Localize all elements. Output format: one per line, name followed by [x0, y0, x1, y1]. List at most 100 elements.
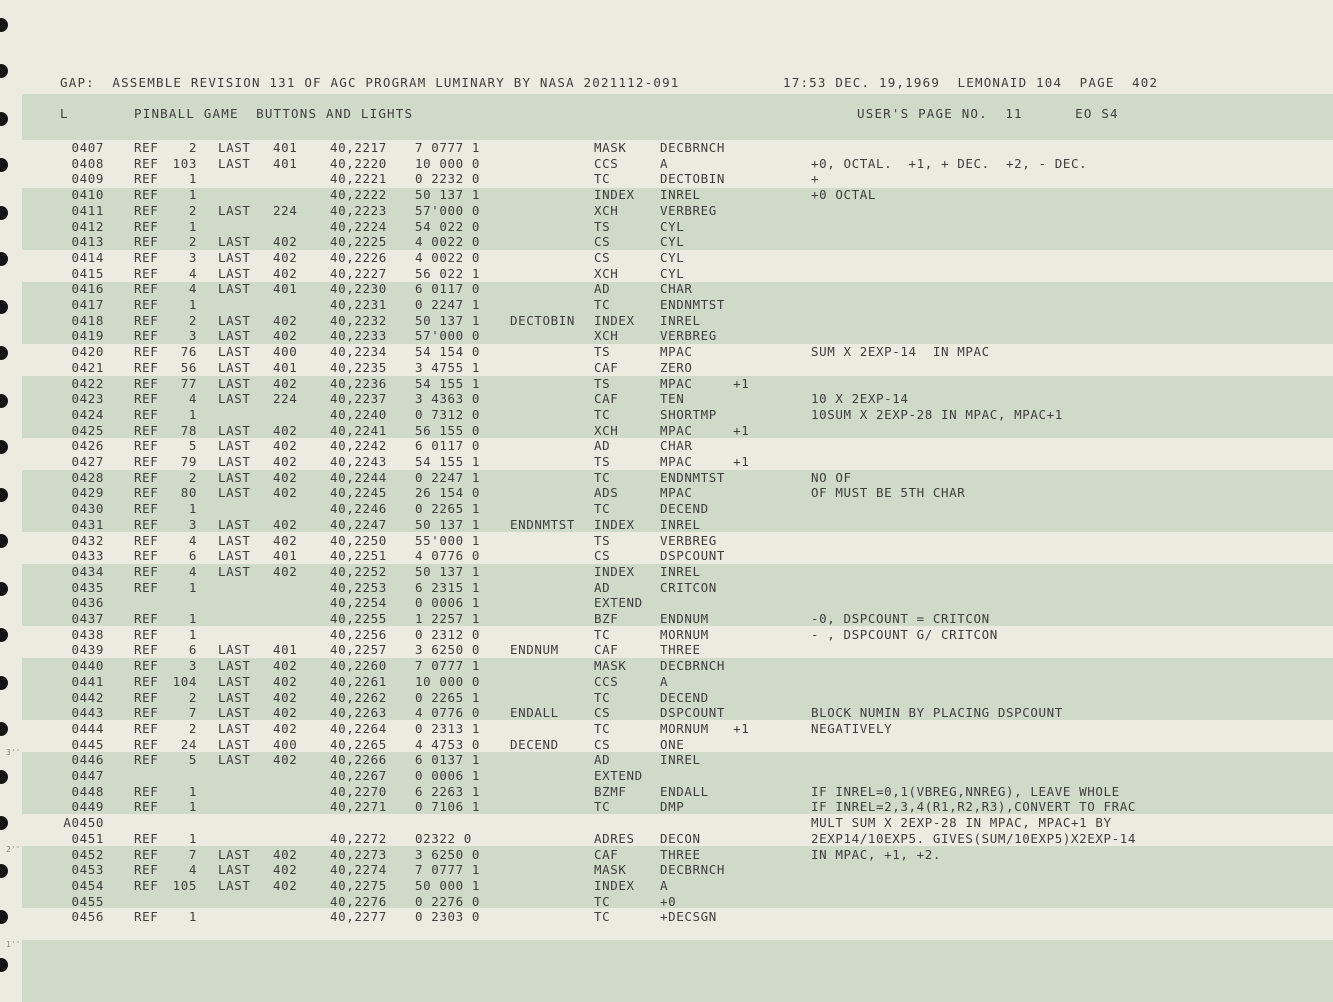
row-address: 40,2264 [330, 720, 387, 736]
row-operand: DECTOBIN [660, 171, 726, 187]
row-ref-keyword: REF [134, 909, 159, 925]
row-operand: CHAR [660, 438, 693, 454]
row-ref-keyword: REF [134, 234, 159, 250]
row-octal-code: 6 0137 1 [415, 752, 481, 768]
listing-row: 0409 REF 1 40,2221 0 2232 0 TC DECTOBIN + [0, 171, 1333, 187]
row-line-number: 0411 [71, 202, 104, 218]
row-ref-count: 105 [172, 877, 197, 893]
row-last-keyword: LAST [218, 736, 251, 752]
row-line-number: 0412 [71, 218, 104, 234]
row-octal-code: 57'000 0 [415, 202, 481, 218]
row-opcode: CCS [594, 155, 619, 171]
listing-row: 0424 REF 1 40,2240 0 7312 0 TC SHORTMP 10SUM X … [0, 407, 1333, 423]
row-address: 40,2240 [330, 406, 387, 422]
row-octal-code: 3 4755 1 [415, 359, 481, 375]
row-ref-count: 4 [188, 391, 197, 407]
row-address: 40,2243 [330, 454, 387, 469]
row-octal-code: 0 2247 1 [415, 469, 481, 485]
row-ref-keyword: REF [134, 155, 159, 171]
listing-page: 3'' 2'' 1'' GAP: ASSEMBLE REVISION 131 O… [0, 0, 1333, 1002]
row-last-keyword: LAST [218, 642, 251, 658]
row-comment: SUM X 2EXP-14 IN MPAC [811, 344, 990, 360]
row-opcode: TC [594, 626, 611, 642]
row-operand: INREL [660, 516, 701, 532]
row-address: 40,2220 [330, 155, 387, 171]
listing-row: 0432 REF 4 LAST 402 40,2250 55'000 1 TS VERBREG [0, 533, 1333, 549]
row-opcode: EXTEND [594, 768, 643, 783]
row-line-number: 0454 [71, 877, 104, 893]
row-address: 40,2244 [330, 469, 387, 485]
listing-row: 0422 REF 77 LAST 402 40,2236 54 155 1 TS MPAC +1 [0, 376, 1333, 392]
row-ref-count: 5 [188, 438, 197, 454]
row-opcode: AD [594, 438, 611, 454]
row-opcode: CS [594, 249, 611, 265]
listing-row: 0425 REF 78 LAST 402 40,2241 56 155 0 XCH MPAC +… [0, 423, 1333, 439]
row-last-page: 402 [273, 673, 298, 689]
row-ref-count: 4 [188, 281, 197, 297]
row-opcode: XCH [594, 265, 619, 281]
row-last-page: 402 [273, 752, 298, 768]
row-line-number: 0419 [71, 328, 104, 344]
listing-row: 0433 REF 6 LAST 401 40,2251 4 0776 0 CS DSPCOUNT [0, 548, 1333, 564]
listing-row: 0452 REF 7 LAST 402 40,2273 3 6250 0 CAF THREE IN… [0, 847, 1333, 863]
row-last-page: 402 [273, 234, 298, 250]
row-ref-count: 4 [188, 265, 197, 281]
row-comment: +0 OCTAL [811, 187, 877, 203]
listing-row: 0420 REF 76 LAST 400 40,2234 54 154 0 TS MPAC SUM… [0, 344, 1333, 360]
row-operand: +DECSGN [660, 909, 717, 925]
row-address: 40,2233 [330, 328, 387, 344]
row-line-number: 0409 [71, 171, 104, 187]
row-octal-code: 56 155 0 [415, 422, 481, 438]
listing-row: 0421 REF 56 LAST 401 40,2235 3 4755 1 CAF ZERO [0, 360, 1333, 376]
row-last-keyword: LAST [218, 281, 251, 297]
row-opcode: MASK [594, 658, 627, 674]
row-last-keyword: LAST [218, 312, 251, 328]
row-octal-code: 6 0117 0 [415, 438, 481, 454]
row-line-number: 0429 [71, 485, 104, 501]
row-line-number: 0428 [71, 469, 104, 485]
row-ref-count: 1 [188, 218, 197, 234]
listing-row: 0455 40,2276 0 2276 0 TC +0 [0, 894, 1333, 910]
row-address: 40,2256 [330, 626, 387, 642]
row-line-number: 0436 [71, 595, 104, 611]
row-line-number: 0427 [71, 454, 104, 469]
row-octal-code: 4 0022 0 [415, 249, 481, 265]
listing-row: 0428 REF 2 LAST 402 40,2244 0 2247 1 TC ENDNMTST… [0, 470, 1333, 486]
row-ref-keyword: REF [134, 375, 159, 391]
row-octal-code: 10 000 0 [415, 673, 481, 689]
row-ref-count: 1 [188, 171, 197, 187]
listing-row: 0439 REF 6 LAST 401 40,2257 3 6250 0 ENDNUM CAF T… [0, 642, 1333, 658]
row-octal-code: 0 2232 0 [415, 171, 481, 187]
row-comment: BLOCK NUMIN BY PLACING DSPCOUNT [811, 705, 1063, 721]
row-opcode: TS [594, 218, 611, 234]
row-ref-count: 77 [180, 375, 197, 391]
row-symbol-label: ENDALL [510, 705, 559, 721]
row-line-number: 0456 [71, 909, 104, 925]
row-last-keyword: LAST [218, 469, 251, 485]
row-line-number: 0433 [71, 548, 104, 564]
row-line-number: 0425 [71, 422, 104, 438]
row-address: 40,2263 [330, 705, 387, 721]
row-opcode: INDEX [594, 877, 635, 893]
row-octal-code: 0 2303 0 [415, 909, 481, 925]
row-ref-count: 4 [188, 862, 197, 878]
row-octal-code: 0 2265 1 [415, 689, 481, 705]
row-last-keyword: LAST [218, 391, 251, 407]
row-ref-keyword: REF [134, 328, 159, 344]
row-ref-keyword: REF [134, 406, 159, 422]
row-address: 40,2274 [330, 862, 387, 878]
row-octal-code: 0 2247 1 [415, 297, 481, 312]
row-ref-keyword: REF [134, 689, 159, 705]
row-address: 40,2262 [330, 689, 387, 705]
row-line-number: 0415 [71, 265, 104, 281]
row-address: 40,2265 [330, 736, 387, 752]
row-operand: DMP [660, 799, 685, 815]
listing-row: 0407 REF 2 LAST 401 40,2217 7 0777 1 MASK DECBRN… [0, 140, 1333, 156]
row-line-number: 0414 [71, 249, 104, 265]
listing-row: 0416 REF 4 LAST 401 40,2230 6 0117 0 AD CHAR [0, 281, 1333, 297]
listing-header-col-l: L [60, 106, 69, 121]
row-operand: VERBREG [660, 532, 717, 548]
row-operand: A [660, 877, 669, 893]
row-symbol-label: ENDNMTST [510, 516, 576, 532]
listing-row: 0446 REF 5 LAST 402 40,2266 6 0137 1 AD INREL [0, 752, 1333, 768]
